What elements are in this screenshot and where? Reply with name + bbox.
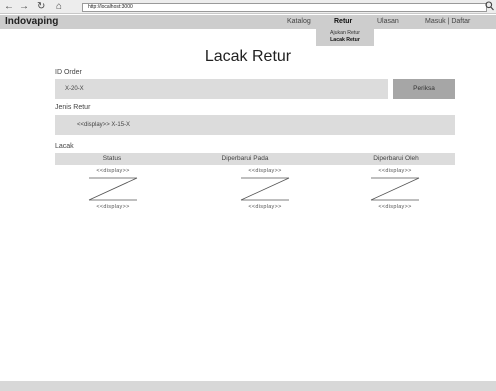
track-label: Lacak [55,143,74,150]
updated-by-display-top: <<display>> [378,168,412,174]
page-footer [0,381,496,391]
dropdown-item-ajukan-retur[interactable]: Ajukan Retur [316,30,374,36]
status-display-bottom: <<display>> [96,204,130,210]
home-icon[interactable]: ⌂ [56,1,62,13]
browser-toolbar: ← → ↻ ⌂ http://localhost:3000 [0,0,496,14]
order-id-field[interactable]: X-20-X [55,79,388,99]
app-header: Indovaping Katalog Retur Ulasan Masuk | … [0,15,496,29]
back-icon[interactable]: ← [4,1,14,13]
updated-at-display-bottom: <<display>> [248,204,282,210]
retur-dropdown-menu: Ajukan Retur Lacak Retur [316,28,374,46]
status-placeholder-image [88,177,138,201]
column-status: Status [102,155,122,162]
nav-retur[interactable]: Retur [334,18,352,25]
updated-by-placeholder-image [370,177,420,201]
updated-at-placeholder-image [240,177,290,201]
forward-icon[interactable]: → [19,1,29,13]
search-icon[interactable] [485,1,494,13]
column-updated-at: Diperbarui Pada [221,155,269,162]
nav-katalog[interactable]: Katalog [287,18,311,25]
nav-masuk-daftar[interactable]: Masuk | Daftar [425,18,470,25]
updated-at-display-top: <<display>> [248,168,282,174]
updated-by-display-bottom: <<display>> [378,204,412,210]
check-button[interactable]: Periksa [393,79,455,99]
track-table-header: Status Diperbarui Pada Diperbarui Oleh [55,153,455,165]
reload-icon[interactable]: ↻ [37,1,45,13]
address-bar[interactable]: http://localhost:3000 [82,3,487,12]
dropdown-item-lacak-retur[interactable]: Lacak Retur [316,37,374,43]
order-id-label: ID Order [55,69,82,76]
return-type-value: <<display>> X-15-X [55,115,455,135]
nav-ulasan[interactable]: Ulasan [377,18,399,25]
brand-logo[interactable]: Indovaping [5,16,58,27]
page-title: Lacak Retur [204,48,292,65]
status-display-top: <<display>> [96,168,130,174]
column-updated-by: Diperbarui Oleh [373,155,419,162]
return-type-label: Jenis Retur [55,104,91,111]
